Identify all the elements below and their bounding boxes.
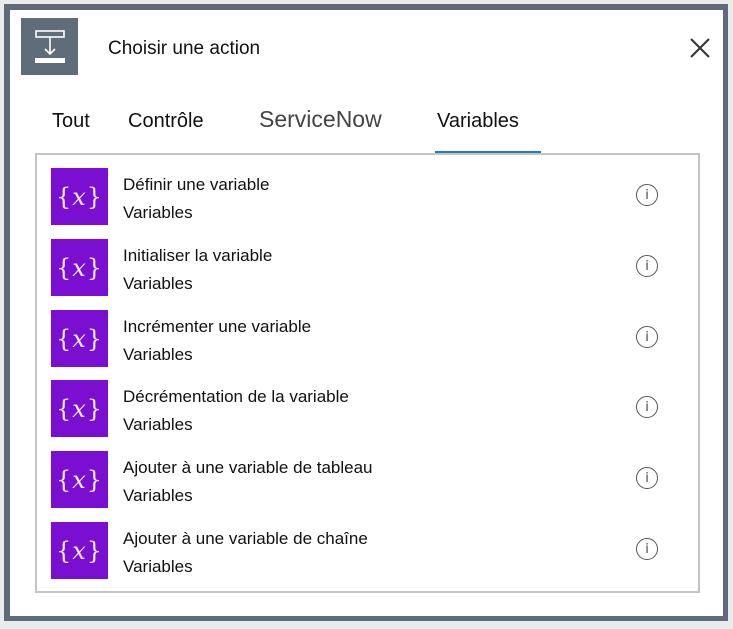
- info-icon: i: [645, 258, 649, 274]
- flow-step-icon: [21, 18, 78, 75]
- close-icon: [690, 38, 710, 58]
- action-name: Incrémenter une variable: [123, 317, 312, 336]
- info-button[interactable]: i: [636, 255, 658, 277]
- tab-servicenow[interactable]: ServiceNow: [259, 106, 382, 133]
- variable-icon: {x}: [51, 380, 108, 437]
- dialog-title: Choisir une action: [108, 38, 261, 59]
- action-connector: Variables: [123, 203, 193, 222]
- action-name: Décrémentation de la variable: [123, 387, 349, 406]
- action-connector: Variables: [123, 274, 193, 293]
- info-icon: i: [645, 399, 649, 415]
- info-button[interactable]: i: [636, 326, 658, 348]
- info-button[interactable]: i: [636, 396, 658, 418]
- action-name: Ajouter à une variable de tableau: [123, 458, 373, 477]
- action-item[interactable]: {x} Ajouter à une variable de tableau Va…: [51, 451, 691, 509]
- info-icon: i: [645, 329, 649, 345]
- action-connector: Variables: [123, 486, 193, 505]
- action-item[interactable]: {x} Initialiser la variable Variables i: [51, 239, 691, 297]
- variable-icon: {x}: [51, 451, 108, 508]
- action-connector: Variables: [123, 345, 193, 364]
- info-icon: i: [645, 541, 649, 557]
- tab-tout[interactable]: Tout: [52, 110, 90, 133]
- info-icon: i: [645, 187, 649, 203]
- action-connector: Variables: [123, 415, 193, 434]
- action-name: Définir une variable: [123, 175, 270, 194]
- choose-action-dialog: Choisir une action Tout Contrôle Service…: [4, 4, 728, 621]
- action-name: Ajouter à une variable de chaîne: [123, 529, 368, 548]
- action-connector: Variables: [123, 557, 193, 576]
- info-icon: i: [645, 470, 649, 486]
- variable-icon: {x}: [51, 168, 108, 225]
- action-item[interactable]: {x} Définir une variable Variables i: [51, 168, 691, 226]
- variable-icon: {x}: [51, 239, 108, 296]
- action-item[interactable]: {x} Décrémentation de la variable Variab…: [51, 380, 691, 438]
- action-item[interactable]: {x} Ajouter à une variable de chaîne Var…: [51, 522, 691, 580]
- tab-variables[interactable]: Variables: [437, 110, 519, 133]
- tab-controle[interactable]: Contrôle: [128, 110, 204, 133]
- action-list: {x} Définir une variable Variables i {x}…: [35, 153, 700, 593]
- close-button[interactable]: [686, 34, 714, 62]
- info-button[interactable]: i: [636, 538, 658, 560]
- info-button[interactable]: i: [636, 467, 658, 489]
- variable-icon: {x}: [51, 310, 108, 367]
- variable-icon: {x}: [51, 522, 108, 579]
- action-item[interactable]: {x} Incrémenter une variable Variables i: [51, 310, 691, 368]
- info-button[interactable]: i: [636, 184, 658, 206]
- action-name: Initialiser la variable: [123, 246, 273, 265]
